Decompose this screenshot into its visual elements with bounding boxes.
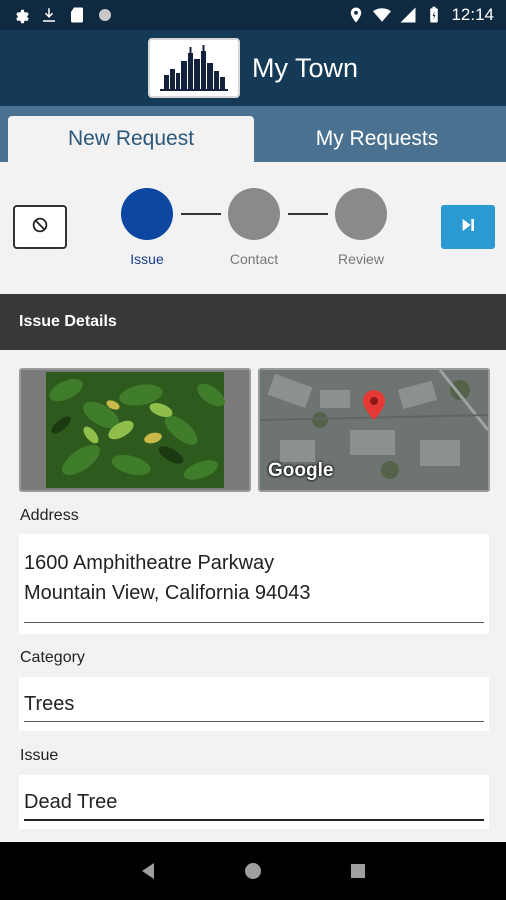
step-issue-circle[interactable] (121, 188, 173, 240)
address-field[interactable]: 1600 Amphitheatre Parkway Mountain View,… (19, 534, 489, 634)
skip-next-icon (460, 217, 476, 238)
address-line-1: 1600 Amphitheatre Parkway (24, 552, 275, 574)
category-value: Trees (24, 693, 75, 715)
step-contact-circle[interactable] (228, 188, 280, 240)
tab-new-request[interactable]: New Request (8, 116, 254, 162)
app-title: My Town (251, 52, 359, 83)
tab-bar: New Request My Requests (0, 106, 506, 162)
cancel-button[interactable] (13, 205, 67, 249)
issue-value: Dead Tree (24, 791, 118, 813)
battery-icon (425, 6, 443, 24)
address-underline (24, 622, 484, 623)
status-icons-left (12, 6, 114, 24)
back-icon[interactable] (133, 856, 163, 886)
navigation-bar (0, 842, 506, 900)
location-icon (347, 6, 365, 24)
signal-icon (399, 6, 417, 24)
step-review-circle[interactable] (335, 188, 387, 240)
section-header: Issue Details (0, 294, 506, 350)
issue-underline (24, 819, 484, 821)
stepper: Issue Contact Review (0, 162, 506, 294)
tree-photo-image (21, 370, 249, 490)
step-connector (181, 213, 221, 215)
map-thumbnail[interactable]: Google (258, 368, 490, 492)
wifi-icon (373, 6, 392, 24)
city-skyline-logo (147, 38, 240, 98)
download-icon (40, 6, 58, 24)
status-bar: 12:14 (0, 0, 506, 30)
address-line-2: Mountain View, California 94043 (24, 582, 311, 604)
home-icon[interactable] (238, 856, 268, 886)
step-connector (288, 213, 328, 215)
recents-icon[interactable] (343, 856, 373, 886)
status-icons-right: 12:14 (347, 5, 494, 25)
photo-thumbnail[interactable] (19, 368, 251, 492)
address-label: Address (20, 507, 79, 524)
issue-label: Issue (20, 747, 59, 764)
tab-my-requests[interactable]: My Requests (256, 116, 498, 162)
gear-icon (12, 6, 30, 24)
app-header: My Town (0, 30, 506, 106)
sd-card-icon (68, 6, 86, 24)
next-button[interactable] (441, 205, 495, 249)
google-watermark: Google (268, 460, 334, 481)
step-issue-label: Issue (130, 251, 164, 267)
circle-icon (96, 6, 114, 24)
category-underline (24, 721, 484, 722)
cancel-icon (31, 216, 49, 239)
status-time: 12:14 (451, 5, 494, 24)
issue-field[interactable]: Dead Tree (19, 775, 489, 829)
step-contact-label: Contact (229, 251, 279, 267)
category-field[interactable]: Trees (19, 677, 489, 731)
step-review-label: Review (338, 251, 384, 267)
category-label: Category (20, 649, 85, 666)
